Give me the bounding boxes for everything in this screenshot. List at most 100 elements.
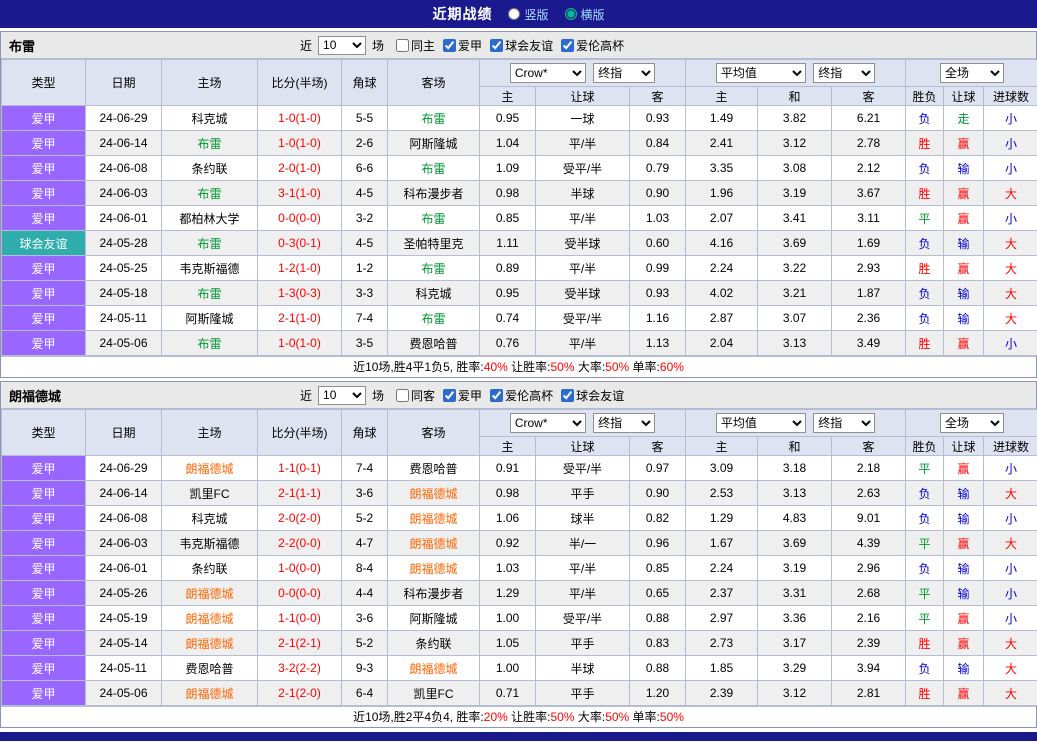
- handicap-result-cell: 输: [943, 305, 985, 331]
- euro-home-odds-cell: 2.04: [685, 330, 759, 356]
- outcome-cell: 负: [905, 505, 945, 531]
- goals-cell: 小: [983, 580, 1037, 606]
- date-cell: 24-05-28: [85, 230, 162, 256]
- euro-away-odds-cell: 2.93: [831, 255, 907, 281]
- layout-option-horizontal[interactable]: 横版: [564, 6, 605, 23]
- league-cell: 爱甲: [1, 155, 86, 181]
- summary-segment: 50%: [550, 710, 575, 724]
- vertical-layout-radio[interactable]: [508, 8, 521, 20]
- date-cell: 24-06-14: [85, 480, 162, 506]
- asian-home-odds-cell: 1.05: [479, 630, 536, 656]
- asian-home-odds-cell: 0.95: [479, 280, 536, 306]
- goals-cell: 小: [983, 205, 1037, 231]
- odds-stage-select-euro[interactable]: 终指: [813, 63, 876, 83]
- summary-segment: 60%: [659, 360, 684, 374]
- date-cell: 24-06-08: [85, 505, 162, 531]
- handicap-result-cell: 赢: [943, 180, 985, 206]
- filter-checkbox-爱甲[interactable]: 爱甲: [443, 37, 482, 54]
- filter-checkbox-input[interactable]: [561, 388, 575, 402]
- euro-away-odds-cell: 2.36: [831, 305, 907, 331]
- horizontal-layout-radio[interactable]: [564, 8, 577, 20]
- handicap-result-label: 让球: [943, 86, 985, 106]
- euro-draw-odds-cell: 3.19: [757, 180, 833, 206]
- home-team-cell: 朗福德城: [161, 680, 258, 706]
- filter-checkbox-同客[interactable]: 同客: [396, 387, 435, 404]
- table-header-row: 类型 日期 主场 比分(半场) 角球 客场 Crow* 终指 平均值 终指 全场: [1, 59, 1037, 106]
- filter-checkbox-同主[interactable]: 同主: [396, 37, 435, 54]
- filter-checkbox-input[interactable]: [490, 388, 504, 402]
- layout-option-vertical[interactable]: 竖版: [508, 6, 549, 23]
- home-team-cell: 朗福德城: [161, 455, 258, 481]
- date-cell: 24-05-06: [85, 330, 162, 356]
- handicap-cell: 受平/半: [535, 155, 630, 181]
- corners-cell: 8-4: [341, 555, 388, 581]
- handicap-cell: 平手: [535, 480, 630, 506]
- goals-cell: 大: [983, 530, 1037, 556]
- euro-draw-odds-cell: 3.13: [757, 330, 833, 356]
- euro-draw-label: 和: [757, 436, 833, 456]
- average-select[interactable]: 平均值: [715, 63, 806, 83]
- handicap-cell: 受半球: [535, 280, 630, 306]
- handicap-result-cell: 输: [943, 230, 985, 256]
- filter-checkbox-input[interactable]: [396, 388, 410, 402]
- handicap-cell: 平/半: [535, 255, 630, 281]
- match-row: 爱甲 24-06-01 条约联 1-0(0-0) 8-4 朗福德城 1.03 平…: [1, 555, 1037, 581]
- handicap-cell: 平/半: [535, 330, 630, 356]
- period-select[interactable]: 全场: [940, 413, 1005, 433]
- filter-checkbox-爱甲[interactable]: 爱甲: [443, 387, 482, 404]
- score-cell: 1-3(0-3): [257, 280, 342, 306]
- euro-draw-odds-cell: 3.29: [757, 655, 833, 681]
- home-team-cell: 韦克斯福德: [161, 255, 258, 281]
- filter-checkbox-input[interactable]: [443, 388, 457, 402]
- odds-stage-select-euro[interactable]: 终指: [813, 413, 876, 433]
- euro-home-label: 主: [685, 436, 759, 456]
- date-cell: 24-05-25: [85, 255, 162, 281]
- filter-checkbox-text: 同客: [411, 388, 436, 403]
- handicap-cell: 平/半: [535, 555, 630, 581]
- match-row: 球会友谊 24-05-28 布雷 0-3(0-1) 4-5 圣帕特里克 1.11…: [1, 230, 1037, 256]
- bookmaker-select[interactable]: Crow*: [509, 413, 586, 433]
- corners-cell: 6-4: [341, 680, 388, 706]
- odds-stage-select-asian[interactable]: 终指: [593, 63, 656, 83]
- handicap-cell: 受平/半: [535, 455, 630, 481]
- score-cell: 1-1(0-0): [257, 605, 342, 631]
- filter-checkbox-input[interactable]: [561, 38, 575, 52]
- average-select[interactable]: 平均值: [715, 413, 806, 433]
- euro-draw-odds-cell: 3.69: [757, 530, 833, 556]
- match-count-select[interactable]: 10: [318, 385, 367, 405]
- euro-draw-odds-cell: 3.69: [757, 230, 833, 256]
- filter-checkbox-球会友谊[interactable]: 球会友谊: [490, 37, 553, 54]
- goals-label: 进球数: [983, 86, 1037, 106]
- filter-checkbox-input[interactable]: [443, 38, 457, 52]
- euro-away-odds-cell: 2.39: [831, 630, 907, 656]
- period-controls: 全场: [905, 409, 1037, 437]
- goals-cell: 小: [983, 130, 1037, 156]
- asian-home-odds-cell: 1.04: [479, 130, 536, 156]
- handicap-result-cell: 输: [943, 280, 985, 306]
- match-row: 爱甲 24-06-29 朗福德城 1-1(0-1) 7-4 费恩哈普 0.91 …: [1, 455, 1037, 481]
- asian-home-odds-cell: 1.11: [479, 230, 536, 256]
- goals-cell: 大: [983, 280, 1037, 306]
- filter-checkbox-球会友谊[interactable]: 球会友谊: [561, 387, 624, 404]
- period-select[interactable]: 全场: [940, 63, 1005, 83]
- euro-draw-odds-cell: 3.18: [757, 455, 833, 481]
- league-cell: 爱甲: [1, 305, 86, 331]
- handicap-result-cell: 输: [943, 655, 985, 681]
- league-cell: 爱甲: [1, 455, 86, 481]
- date-cell: 24-06-03: [85, 180, 162, 206]
- asian-away-odds-cell: 0.88: [628, 605, 687, 631]
- bookmaker-select[interactable]: Crow*: [509, 63, 586, 83]
- asian-away-odds-cell: 0.84: [628, 130, 687, 156]
- filter-checkbox-爱伦高杯[interactable]: 爱伦高杯: [561, 37, 624, 54]
- outcome-cell: 负: [905, 480, 945, 506]
- odds-stage-select-asian[interactable]: 终指: [593, 413, 656, 433]
- match-count-select[interactable]: 10: [318, 35, 367, 55]
- euro-draw-odds-cell: 3.41: [757, 205, 833, 231]
- filter-checkbox-input[interactable]: [396, 38, 410, 52]
- section-summary: 近10场,胜2平4负4, 胜率:20% 让胜率:50% 大率:50% 单率:50…: [1, 706, 1036, 727]
- summary-segment: 近10场,胜4平1负5, 胜率:: [353, 360, 484, 374]
- home-team-cell: 阿斯隆城: [161, 305, 258, 331]
- filter-checkbox-爱伦高杯[interactable]: 爱伦高杯: [490, 387, 553, 404]
- filter-checkbox-input[interactable]: [490, 38, 504, 52]
- asian-home-odds-cell: 1.09: [479, 155, 536, 181]
